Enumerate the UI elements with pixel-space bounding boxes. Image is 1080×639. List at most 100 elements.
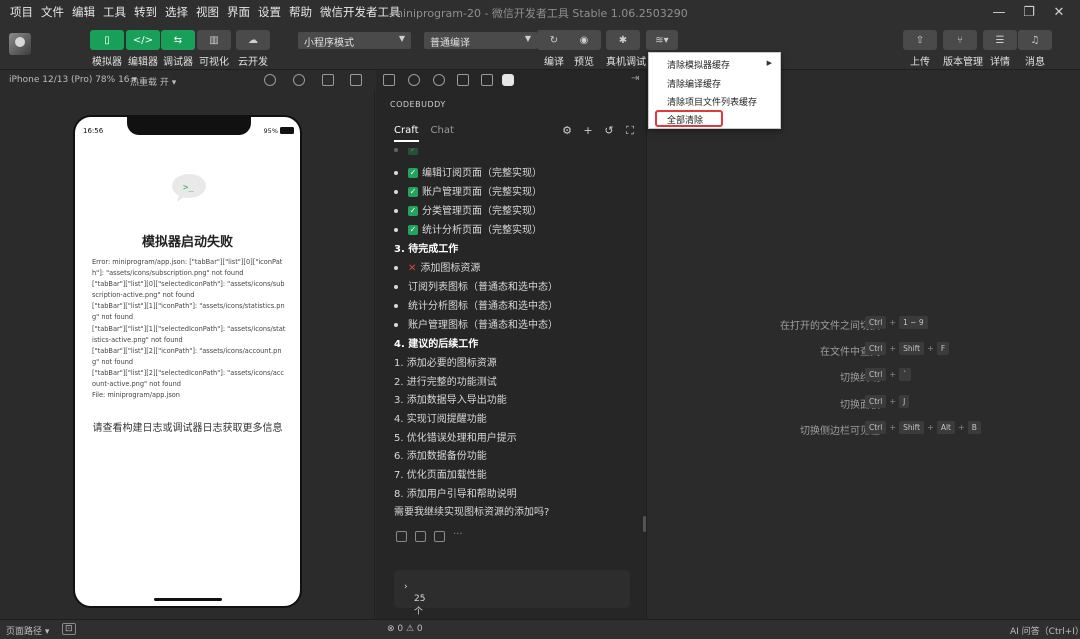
extensions-icon[interactable] (457, 74, 469, 86)
shortcut-keys: Ctrl + Shift + Alt + B (865, 421, 981, 434)
editor-button[interactable]: </> 编辑器 (126, 30, 160, 68)
gear-icon[interactable]: ⚙ (561, 125, 573, 137)
visual-button[interactable]: ▥ 可视化 (197, 30, 231, 68)
changed-files-panel[interactable]: › 25个文件 (394, 570, 630, 639)
menu-interface[interactable]: 界面 (223, 4, 254, 20)
feedback-bar: ··· (396, 530, 472, 542)
codebuddy-icon[interactable] (502, 74, 514, 86)
list-item: 4. 实现订阅提醒功能 (394, 414, 487, 425)
debugger-button[interactable]: ⇆ 调试器 (161, 30, 195, 68)
messages-button[interactable]: ♫ 消息 (1018, 30, 1052, 68)
maximize-icon[interactable]: ❐ (1014, 2, 1044, 22)
menu-file[interactable]: 文件 (37, 4, 68, 20)
avatar[interactable] (9, 33, 31, 55)
expand-icon[interactable]: ⛶ (624, 125, 636, 137)
version-button[interactable]: ⑂ 版本管理 (943, 30, 983, 68)
battery-icon (280, 127, 294, 134)
svg-text:>_: >_ (183, 183, 194, 193)
stop-icon[interactable] (293, 74, 305, 86)
tab-chat[interactable]: Chat (431, 125, 454, 142)
menu-help[interactable]: 帮助 (285, 4, 316, 20)
list-item: 6. 添加数据备份功能 (394, 451, 487, 462)
layout-icon: ▥ (197, 30, 231, 50)
page-path-select[interactable]: 页面路径 ▾ (6, 624, 49, 637)
minimize-icon[interactable]: — (984, 2, 1014, 22)
simulator-bar: iPhone 12/13 (Pro) 78% 16 ▾ 热重载 开 ▾ (0, 70, 375, 91)
compile-button[interactable]: ↻ 编译 (537, 30, 571, 68)
caret-down-icon: ▼ (398, 34, 405, 43)
menu-select[interactable]: 选择 (161, 4, 192, 20)
plus-icon[interactable]: + (582, 125, 594, 137)
menu-item-clear-simulator-cache[interactable]: 清除模拟器缓存 (667, 58, 730, 71)
clear-cache-menu: 清除模拟器缓存 ▶ 清除编译缓存 清除项目文件列表缓存 全部清除 (648, 52, 781, 129)
menu-item-clear-compile-cache[interactable]: 清除编译缓存 (667, 77, 721, 90)
phone-frame: 16:56 95% >_ 模拟器启动失败 Error: miniprogram/… (73, 115, 302, 608)
bell-icon: ♫ (1018, 30, 1052, 50)
phone-notch (127, 117, 251, 135)
menu-bar: 项目 文件 编辑 工具 转到 选择 视图 界面 设置 帮助 微信开发者工具 mi… (0, 0, 1080, 24)
problems-indicator[interactable]: ⊗ 0 ⚠ 0 (387, 624, 423, 634)
preview-button[interactable]: ◉ 预览 (567, 30, 601, 68)
question-text: 需要我继续实现图标资源的添加吗? (394, 507, 550, 518)
visual-label: 可视化 (199, 57, 229, 68)
storage-icon[interactable] (481, 74, 493, 86)
tab-craft[interactable]: Craft (394, 125, 419, 142)
popout-icon[interactable] (350, 74, 362, 86)
menu-project[interactable]: 项目 (6, 4, 37, 20)
thumbs-up-icon[interactable] (415, 531, 426, 542)
scrollbar[interactable] (643, 516, 646, 532)
chevron-right-icon: ▶ (766, 59, 772, 67)
list-item: 统计分析图标（普通态和选中态） (394, 297, 558, 312)
copy-icon[interactable] (396, 531, 407, 542)
screen-icon[interactable]: ⊡ (62, 623, 76, 635)
compile-label: 编译 (544, 57, 564, 68)
layers-icon: ≋▾ (646, 30, 678, 50)
error-message: Error: miniprogram/app.json: ["tabBar"][… (92, 258, 286, 400)
menu-settings[interactable]: 设置 (254, 4, 285, 20)
source-control-icon[interactable] (433, 74, 445, 86)
upload-button[interactable]: ⇧ 上传 (903, 30, 937, 68)
menu-item-clear-file-list-cache[interactable]: 清除项目文件列表缓存 (667, 95, 757, 108)
version-label: 版本管理 (943, 57, 983, 68)
caret-down-icon: ▼ (524, 34, 531, 43)
hot-reload-toggle[interactable]: 热重载 开 ▾ (130, 75, 176, 88)
menu-icon: ☰ (983, 30, 1017, 50)
refresh-icon[interactable] (264, 74, 276, 86)
history-icon[interactable]: ↺ (603, 125, 615, 137)
files-icon[interactable] (383, 74, 395, 86)
compile-select[interactable]: 普通编译 ▼ (424, 32, 537, 49)
ai-assistant-button[interactable]: AI 问答（Ctrl+I） (1010, 624, 1080, 637)
shortcut-keys: Ctrl + 1 ~ 9 (865, 316, 928, 329)
real-debug-label: 真机调试 (606, 57, 646, 68)
device-select[interactable]: iPhone 12/13 (Pro) 78% 16 ▾ (9, 75, 137, 85)
menu-goto[interactable]: 转到 (130, 4, 161, 20)
preview-label: 预览 (574, 57, 594, 68)
status-battery: 95% (263, 127, 278, 135)
checkmark-icon: ✓ (408, 187, 418, 197)
menu-tools[interactable]: 工具 (99, 4, 130, 20)
mode-select[interactable]: 小程序模式 ▼ (298, 32, 411, 49)
branch-icon: ⑂ (943, 30, 977, 50)
details-button[interactable]: ☰ 详情 (983, 30, 1017, 68)
real-debug-button[interactable]: ✱ 真机调试 (606, 30, 646, 68)
cloud-button[interactable]: ☁ 云开发 (236, 30, 270, 68)
codebuddy-title: CODEBUDDY (390, 100, 446, 109)
collapse-panel-icon[interactable]: ⇥ (631, 74, 643, 86)
upload-label: 上传 (910, 57, 930, 68)
search-icon[interactable] (408, 74, 420, 86)
cloud-label: 云开发 (238, 57, 268, 68)
screenshot-icon[interactable] (322, 74, 334, 86)
shortcut-keys: Ctrl + Shift + F (865, 342, 950, 355)
menu-view[interactable]: 视图 (192, 4, 223, 20)
close-icon[interactable]: ✕ (1044, 2, 1074, 22)
thumbs-down-icon[interactable] (434, 531, 445, 542)
simulator-button[interactable]: ▯ 模拟器 (90, 30, 124, 68)
list-item: ✕ 添加图标资源 (394, 259, 480, 274)
list-item: 订阅列表图标（普通态和选中态） (394, 278, 558, 293)
menu-wechat-devtools[interactable]: 微信开发者工具 (316, 4, 405, 20)
list-item: ✓ 编辑订阅页面（完整实现） (394, 164, 542, 179)
messages-label: 消息 (1025, 57, 1045, 68)
menu-edit[interactable]: 编辑 (68, 4, 99, 20)
clear-cache-button[interactable]: ≋▾ (646, 30, 678, 50)
more-icon[interactable]: ··· (453, 530, 464, 542)
